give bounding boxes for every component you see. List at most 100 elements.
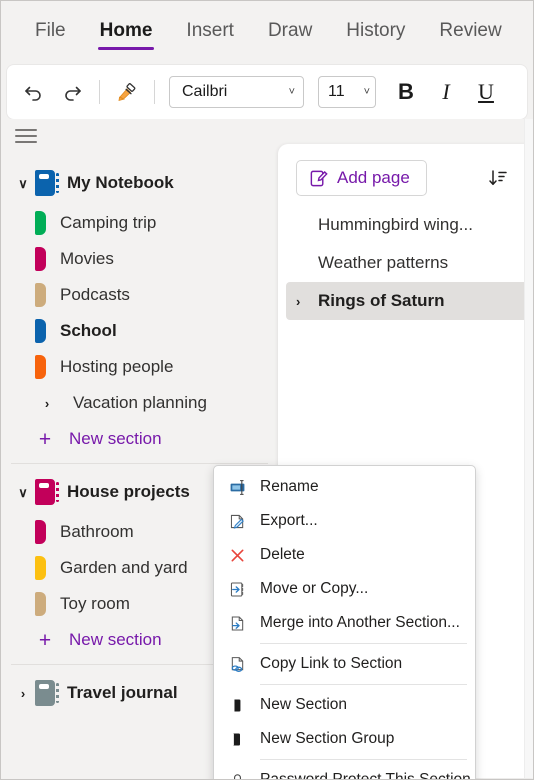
page-panel-toolbar: Add page — [278, 144, 533, 206]
underline-button[interactable]: U — [468, 74, 504, 110]
context-menu-item[interactable]: Export... — [214, 504, 475, 538]
new-section-icon — [224, 696, 250, 715]
section-row[interactable]: School — [1, 313, 278, 349]
vertical-scrollbar[interactable] — [524, 119, 533, 778]
page-list-item[interactable]: Hummingbird wing... — [278, 206, 533, 244]
format-painter-icon[interactable] — [110, 75, 144, 109]
ribbon-tab-label: Home — [99, 20, 153, 41]
page-list-item[interactable]: › Rings of Saturn — [286, 282, 533, 320]
merge-icon — [224, 614, 250, 633]
section-row[interactable]: Camping trip — [1, 205, 278, 241]
chevron-right-icon[interactable]: › — [35, 397, 59, 410]
notebook-name: House projects — [67, 482, 190, 501]
page-title: Rings of Saturn — [318, 291, 445, 310]
ribbon-tab-history[interactable]: History — [330, 14, 421, 52]
ribbon-tab-home[interactable]: Home — [84, 14, 169, 52]
section-label: Garden and yard — [60, 558, 188, 577]
section-row[interactable]: Movies — [1, 241, 278, 277]
context-menu-separator — [260, 759, 467, 760]
new-section-button[interactable]: + New section — [1, 421, 278, 457]
context-menu-item[interactable]: Delete — [214, 538, 475, 572]
ribbon-tab-review[interactable]: Review — [423, 14, 517, 52]
ribbon-tab-label: History — [346, 20, 406, 41]
hamburger-menu-icon[interactable] — [15, 127, 37, 145]
onenote-window: File Home Insert Draw History Review Cai… — [0, 0, 534, 780]
notebook-name: Travel journal — [67, 683, 178, 702]
context-menu-label: Move or Copy... — [260, 580, 369, 597]
undo-icon[interactable] — [17, 75, 51, 109]
new-section-label: New section — [69, 429, 162, 448]
context-menu-item[interactable]: Password Protect This Section — [214, 763, 475, 780]
context-menu-label: New Section Group — [260, 730, 395, 747]
italic-button[interactable]: I — [428, 74, 464, 110]
section-color-tab — [35, 592, 46, 616]
ribbon-tab-label: Review — [439, 20, 502, 41]
toolbar-divider — [99, 80, 100, 104]
section-color-tab — [35, 355, 46, 379]
page-list-item[interactable]: Weather patterns — [278, 244, 533, 282]
section-color-tab — [35, 520, 46, 544]
notebook-name: My Notebook — [67, 173, 174, 192]
context-menu-item[interactable]: New Section Group — [214, 722, 475, 756]
context-menu-label: New Section — [260, 696, 348, 713]
section-color-tab — [35, 319, 46, 343]
plus-icon: + — [38, 427, 52, 451]
context-menu-label: Copy Link to Section — [260, 655, 403, 672]
new-section-label: New section — [69, 630, 162, 649]
page-list: Hummingbird wing... Weather patterns › Ring… — [278, 206, 533, 320]
context-menu-label: Rename — [260, 478, 319, 495]
section-label: Camping trip — [60, 213, 157, 232]
add-page-label: Add page — [337, 168, 410, 187]
add-page-icon — [310, 170, 328, 186]
context-menu-item[interactable]: Rename — [214, 470, 475, 504]
page-title: Hummingbird wing... — [318, 215, 473, 234]
chevron-down-icon[interactable]: ∨ — [11, 486, 35, 499]
section-label: Vacation planning — [73, 393, 207, 412]
font-family-select[interactable]: Cailbri ˅ — [169, 76, 304, 108]
section-label: Toy room — [60, 594, 130, 613]
context-menu-label: Merge into Another Section... — [260, 614, 460, 631]
section-row[interactable]: › Vacation planning — [1, 385, 278, 421]
notebook-icon — [35, 479, 55, 505]
font-size-select[interactable]: 11 ˅ — [318, 76, 376, 108]
workspace: ∨ My Notebook Camping trip Movies Podcasts Sc… — [1, 119, 533, 780]
chevron-right-icon[interactable]: › — [11, 687, 35, 700]
notebook-row[interactable]: ∨ My Notebook — [1, 161, 278, 205]
context-menu-label: Export... — [260, 512, 318, 529]
section-label: School — [60, 321, 117, 340]
ribbon-tab-draw[interactable]: Draw — [252, 14, 328, 52]
context-menu-item[interactable]: Copy Link to Section — [214, 647, 475, 681]
ribbon-tab-label: Draw — [267, 20, 313, 41]
ribbon-tab-file[interactable]: File — [19, 14, 82, 52]
context-menu-item[interactable]: New Section — [214, 688, 475, 722]
context-menu-item[interactable]: Move or Copy... — [214, 572, 475, 606]
ribbon-tab-label: Insert — [186, 20, 234, 41]
new-section-group-icon — [224, 730, 250, 749]
section-color-tab — [35, 247, 46, 271]
redo-icon[interactable] — [55, 75, 89, 109]
copy-link-icon — [224, 655, 250, 674]
notebook-icon — [35, 170, 55, 196]
section-row[interactable]: Podcasts — [1, 277, 278, 313]
font-family-value: Cailbri — [182, 83, 228, 100]
notebook-icon — [35, 680, 55, 706]
chevron-right-icon[interactable]: › — [296, 294, 314, 309]
section-label: Bathroom — [60, 522, 134, 541]
section-label: Hosting people — [60, 357, 174, 376]
export-icon — [224, 512, 250, 531]
chevron-down-icon-2: ˅ — [363, 85, 370, 98]
ribbon-tab-insert[interactable]: Insert — [170, 14, 250, 52]
context-menu-label: Delete — [260, 546, 305, 563]
context-menu-separator — [260, 684, 467, 685]
delete-icon — [224, 546, 250, 565]
sort-pages-icon[interactable] — [483, 163, 513, 193]
nav-divider — [11, 463, 268, 464]
section-row[interactable]: Hosting people — [1, 349, 278, 385]
section-color-tab — [35, 211, 46, 235]
bold-button[interactable]: B — [388, 74, 424, 110]
add-page-button[interactable]: Add page — [296, 160, 427, 196]
context-menu-item[interactable]: Merge into Another Section... — [214, 606, 475, 640]
toolbar-divider-2 — [154, 80, 155, 104]
context-menu-label: Password Protect This Section — [260, 771, 471, 780]
chevron-down-icon[interactable]: ∨ — [11, 177, 35, 190]
